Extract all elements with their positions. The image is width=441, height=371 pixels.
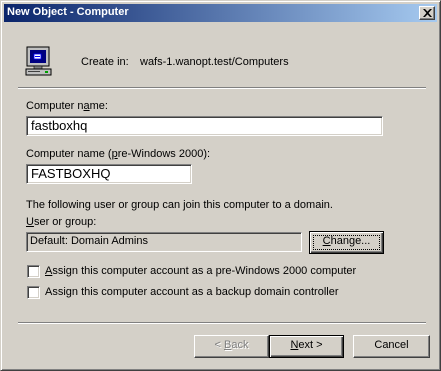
backup-dc-checkbox[interactable]	[27, 286, 40, 299]
computer-icon	[25, 46, 52, 76]
footer-separator	[18, 322, 426, 324]
user-group-field: Default: Domain Admins	[26, 232, 302, 252]
prewin-computer-checkbox[interactable]	[27, 265, 40, 278]
change-button[interactable]: Change...	[309, 231, 384, 254]
back-button[interactable]: < Back	[194, 335, 269, 358]
prewin-name-input[interactable]: FASTBOXHQ	[26, 164, 192, 184]
backup-dc-checkbox-label[interactable]: Assign this computer account as a backup…	[45, 286, 339, 298]
title-bar[interactable]: New Object - Computer	[4, 4, 437, 22]
create-in-label: Create in:	[81, 56, 129, 68]
computer-name-input[interactable]: fastboxhq	[26, 116, 383, 136]
window-title: New Object - Computer	[7, 6, 129, 18]
prewin-computer-checkbox-label[interactable]: Assign this computer account as a pre-Wi…	[45, 265, 356, 277]
header-separator	[18, 87, 426, 89]
next-button[interactable]: Next >	[269, 335, 344, 358]
close-icon	[423, 9, 432, 17]
focus-indicator	[313, 235, 380, 250]
dialog-window: New Object - Computer Create in: wafs-1.…	[0, 0, 441, 371]
user-group-label: User or group:	[26, 216, 97, 228]
prewin-name-label: Computer name (pre-Windows 2000):	[26, 148, 211, 160]
cancel-button[interactable]: Cancel	[353, 335, 430, 358]
join-domain-text: The following user or group can join thi…	[26, 199, 333, 211]
computer-name-label: Computer name:	[26, 100, 108, 112]
create-in-path: wafs-1.wanopt.test/Computers	[140, 56, 289, 68]
close-button[interactable]	[419, 6, 435, 20]
